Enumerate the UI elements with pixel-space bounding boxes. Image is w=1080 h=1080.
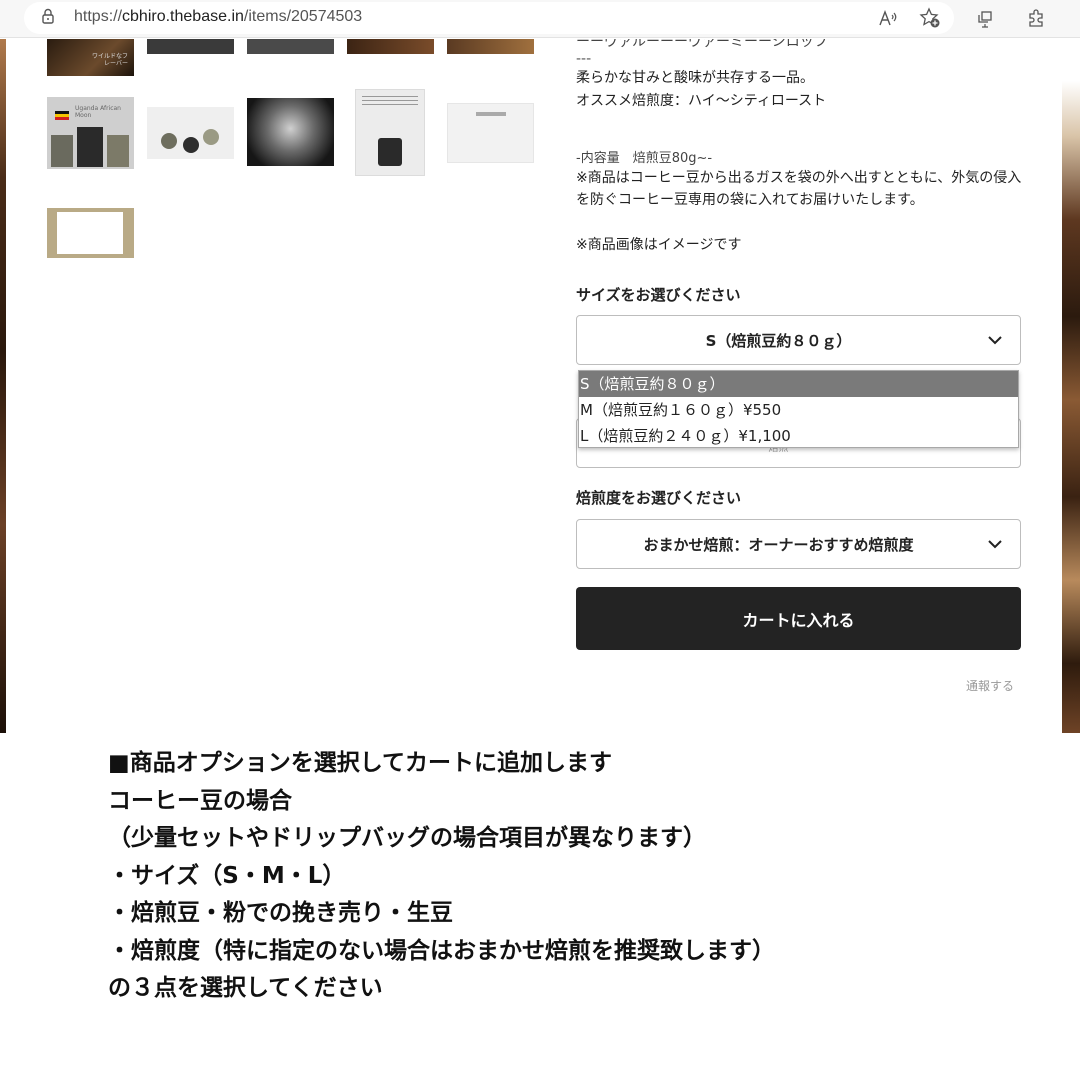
collections-icon[interactable] — [974, 6, 998, 30]
description-line: オススメ焙煎度：ハイ〜シティロースト — [576, 93, 827, 109]
instruction-caption: ■商品オプションを選択してカートに追加します コーヒー豆の場合 （少量セットやド… — [108, 745, 1008, 1008]
product-thumbnail-2[interactable] — [147, 39, 234, 54]
address-url[interactable]: https://cbhiro.thebase.in/items/20574503 — [74, 8, 362, 26]
roast-select[interactable]: おまかせ焙煎：オーナーおすすめ焙煎度 — [576, 519, 1021, 569]
caption-line: ・焙煎度（特に指定のない場合はおまかせ焙煎を推奨致します） — [108, 937, 775, 964]
page-viewport: ワイルドなフレーバー Uganda African Moon ーーヴァルーーーヴ… — [0, 39, 1080, 733]
coffee-bean-background-right — [1062, 39, 1080, 733]
product-thumbnail-7[interactable] — [147, 107, 234, 159]
product-thumbnail-8[interactable] — [247, 98, 334, 166]
description-line: 柔らかな甘みと酸味が共存する一品。 — [576, 70, 814, 86]
url-path: /items/20574503 — [243, 8, 363, 25]
extensions-icon[interactable] — [1024, 6, 1048, 30]
product-content: ワイルドなフレーバー Uganda African Moon ーーヴァルーーーヴ… — [6, 39, 1062, 733]
add-to-cart-button[interactable]: カートに入れる — [576, 587, 1021, 650]
read-aloud-icon[interactable] — [876, 6, 900, 30]
roast-selected-value: おまかせ焙煎：オーナーおすすめ焙煎度 — [643, 536, 914, 554]
product-thumbnail-6[interactable]: Uganda African Moon — [47, 97, 134, 169]
favorite-add-icon[interactable] — [918, 6, 942, 30]
chevron-down-icon — [988, 336, 1002, 345]
product-thumbnail-5[interactable] — [447, 39, 534, 54]
packaging-notice: ※商品はコーヒー豆から出るガスを袋の外へ出すとともに、外気の侵入を防ぐコーヒー豆… — [576, 170, 1022, 208]
product-thumbnail-11[interactable] — [47, 208, 134, 258]
report-link[interactable]: 通報する — [966, 677, 1014, 694]
size-dropdown-list: S（焙煎豆約８０ｇ） M（焙煎豆約１６０ｇ）¥550 L（焙煎豆約２４０ｇ）¥1… — [578, 370, 1019, 448]
product-thumbnail-3[interactable] — [247, 39, 334, 54]
description-separator: --- — [576, 51, 592, 67]
size-option-s[interactable]: S（焙煎豆約８０ｇ） — [579, 371, 1018, 397]
caption-line: （少量セットやドリップバッグの場合項目が異なります） — [108, 825, 706, 851]
product-thumbnail-4[interactable] — [347, 39, 434, 54]
caption-line: コーヒー豆の場合 — [108, 787, 292, 814]
size-option-m[interactable]: M（焙煎豆約１６０ｇ）¥550 — [579, 397, 1018, 423]
url-host: cbhiro.thebase.in — [122, 8, 244, 25]
url-prefix: https:// — [74, 8, 123, 25]
product-thumbnail-1[interactable]: ワイルドなフレーバー — [47, 39, 134, 76]
image-note: ※商品画像はイメージです — [576, 237, 742, 253]
size-select[interactable]: S（焙煎豆約８０ｇ） — [576, 315, 1021, 365]
thumbnail-label: Uganda African Moon — [75, 105, 121, 119]
size-selected-value: S（焙煎豆約８０ｇ） — [705, 332, 852, 350]
caption-line: ■商品オプションを選択してカートに追加します — [108, 750, 613, 776]
size-option-l[interactable]: L（焙煎豆約２４０ｇ）¥1,100 — [579, 423, 1018, 449]
thumbnail-label: ワイルドなフレーバー — [91, 53, 128, 67]
size-option-label: サイズをお選びください — [576, 286, 741, 304]
product-thumbnail-9[interactable] — [355, 89, 425, 176]
roast-option-label: 焙煎度をお選びください — [576, 489, 742, 507]
caption-line: ・焙煎豆・粉での挽き売り・生豆 — [108, 900, 453, 926]
capacity-text: -内容量 焙煎豆80g~- — [576, 151, 713, 166]
product-thumbnail-10[interactable] — [447, 103, 534, 163]
caption-line: ・サイズ（S・M・L） — [108, 862, 346, 889]
browser-toolbar: https://cbhiro.thebase.in/items/20574503 — [0, 0, 1080, 38]
description-cut-line: ーーヴァルーーーヴァーミーーシロッフ — [576, 39, 828, 50]
chevron-down-icon — [988, 540, 1002, 549]
caption-line: の３点を選択してください — [108, 975, 383, 1001]
lock-icon[interactable] — [42, 8, 54, 24]
